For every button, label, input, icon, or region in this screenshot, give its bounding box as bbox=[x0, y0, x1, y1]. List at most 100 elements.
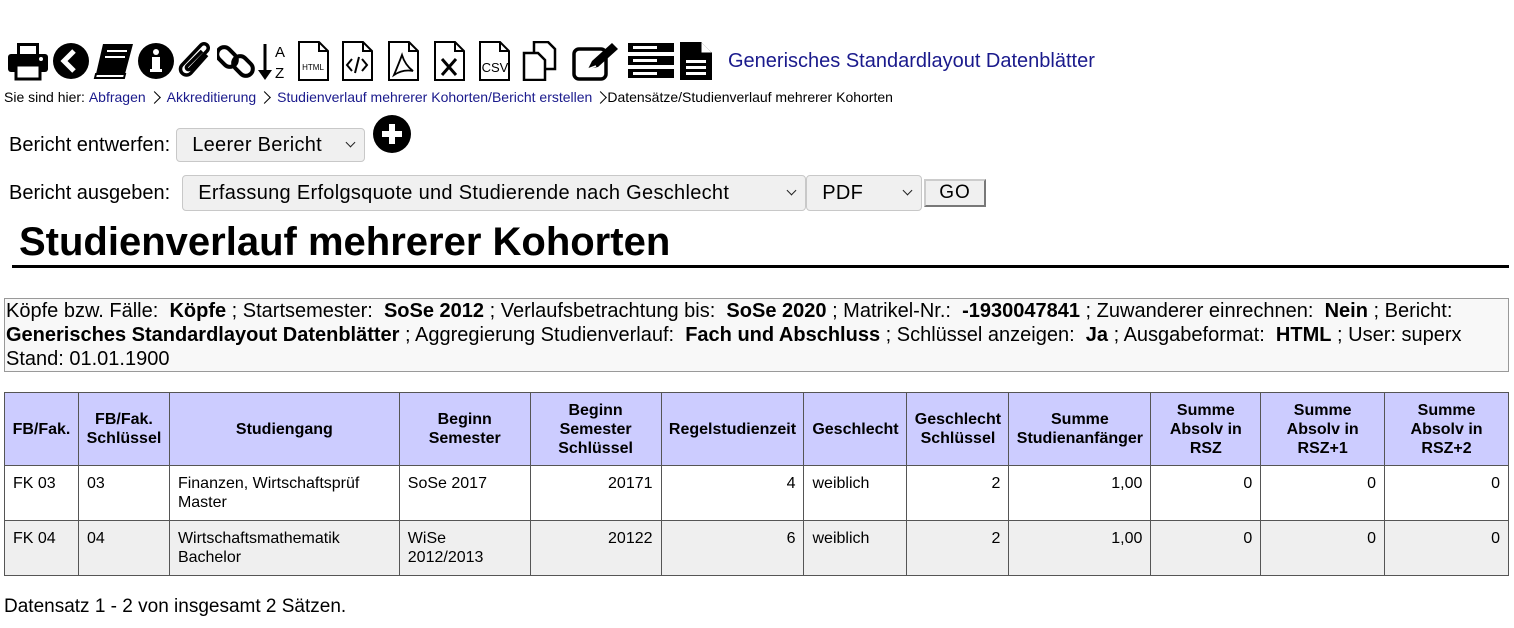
results-table: FB/Fak. FB/Fak. Schlüssel Studiengang Be… bbox=[4, 392, 1509, 576]
column-header[interactable]: Regelstudienzeit bbox=[660, 392, 805, 466]
book-icon[interactable] bbox=[92, 39, 136, 83]
chevron-down-icon bbox=[902, 185, 913, 195]
chevron-right-icon bbox=[147, 90, 161, 104]
breadcrumb-item-abfragen[interactable]: Abfragen bbox=[89, 89, 146, 105]
breadcrumb-current: Datensätze/Studienverlauf mehrerer Kohor… bbox=[607, 89, 893, 105]
table-row: FK 04 04 Wirtschaftsmathematik Bachelor … bbox=[4, 520, 1509, 576]
table-cell: 0 bbox=[1384, 520, 1509, 576]
report-output-row: Bericht ausgeben: Erfassung Erfolgsquote… bbox=[9, 175, 986, 211]
table-cell: 0 bbox=[1260, 465, 1386, 521]
column-header[interactable]: FB/Fak. bbox=[4, 392, 79, 466]
copy-icon[interactable] bbox=[516, 39, 568, 83]
param-value: Nein bbox=[1324, 300, 1368, 322]
toolbar: AZ HTML CSV Generisches Standardlayout D… bbox=[6, 38, 1095, 84]
table-cell: 2 bbox=[906, 520, 1010, 576]
page-title: Studienverlauf mehrerer Kohorten bbox=[12, 218, 1509, 268]
table-cell: 20122 bbox=[529, 520, 662, 576]
table-cell: SoSe 2017 bbox=[398, 465, 531, 521]
table-cell: 4 bbox=[660, 465, 805, 521]
param-label: ; Verlaufsbetrachtung bis: bbox=[489, 300, 716, 322]
table-cell: 2 bbox=[906, 465, 1010, 521]
table-cell: FK 03 bbox=[4, 465, 79, 521]
param-value: -1930047841 bbox=[962, 300, 1080, 322]
param-value: SoSe 2020 bbox=[726, 300, 827, 322]
table-cell: Finanzen, Wirtschaftsprüf Master bbox=[168, 465, 400, 521]
record-count: Datensatz 1 - 2 von insgesamt 2 Sätzen. bbox=[4, 596, 347, 617]
column-header[interactable]: Summe Absolv in RSZ+1 bbox=[1260, 392, 1386, 466]
breadcrumb-item-bericht-erstellen[interactable]: Studienverlauf mehrerer Kohorten/Bericht… bbox=[277, 89, 592, 105]
sort-z-label: Z bbox=[275, 65, 284, 82]
report-design-row: Bericht entwerfen: Leerer Bericht bbox=[9, 115, 412, 162]
edit-icon[interactable] bbox=[568, 39, 624, 83]
param-value: Fach und Abschluss bbox=[685, 324, 881, 346]
param-label: ; Schlüssel anzeigen: bbox=[885, 324, 1075, 346]
standard-layout-link[interactable]: Generisches Standardlayout Datenblätter bbox=[728, 50, 1095, 73]
param-value: Ja bbox=[1085, 324, 1109, 346]
table-cell: 03 bbox=[77, 465, 170, 521]
param-value: Generisches Standardlayout Datenblätter bbox=[6, 324, 400, 346]
report-output-select[interactable]: Erfassung Erfolgsquote und Studierende n… bbox=[182, 175, 807, 211]
breadcrumb-prefix: Sie sind hier: bbox=[4, 89, 85, 105]
column-header[interactable]: Geschlecht bbox=[803, 392, 908, 466]
table-cell: 0 bbox=[1384, 465, 1509, 521]
table-cell: Wirtschaftsmathematik Bachelor bbox=[168, 520, 400, 576]
table-cell: FK 04 bbox=[4, 520, 79, 576]
chevron-down-icon bbox=[345, 137, 356, 147]
go-button[interactable]: GO bbox=[924, 179, 986, 207]
chevron-right-icon bbox=[258, 90, 272, 104]
table-cell: WiSe 2012/2013 bbox=[398, 520, 531, 576]
table-cell: weiblich bbox=[803, 520, 908, 576]
table-cell: 0 bbox=[1260, 520, 1386, 576]
table-cell: weiblich bbox=[803, 465, 908, 521]
column-header[interactable]: Summe Absolv in RSZ+2 bbox=[1384, 392, 1509, 466]
table-header-row: FB/Fak. FB/Fak. Schlüssel Studiengang Be… bbox=[4, 392, 1509, 466]
param-label: ; Matrikel-Nr.: bbox=[832, 300, 951, 322]
table-cell: 0 bbox=[1150, 520, 1262, 576]
param-value: SoSe 2012 bbox=[383, 300, 485, 322]
back-icon[interactable] bbox=[50, 39, 92, 83]
param-label: ; Ausgabeformat: bbox=[1113, 324, 1265, 346]
column-header[interactable]: Studiengang bbox=[168, 392, 400, 466]
html-file-label: HTML bbox=[302, 63, 324, 72]
param-value: HTML bbox=[1275, 324, 1332, 346]
add-report-button[interactable] bbox=[373, 115, 412, 153]
report-output-label: Bericht ausgeben: bbox=[9, 181, 171, 204]
param-label: ; Aggregierung Studienverlauf: bbox=[405, 324, 675, 346]
column-header[interactable]: FB/Fak. Schlüssel bbox=[77, 392, 170, 466]
report-parameters: Köpfe bzw. Fälle: Köpfe ; Startsemester:… bbox=[4, 298, 1509, 372]
param-stand: Stand: 01.01.1900 bbox=[6, 348, 170, 370]
pdf-file-icon[interactable] bbox=[380, 39, 426, 83]
param-label: ; Zuwanderer einrechnen: bbox=[1085, 300, 1314, 322]
column-header[interactable]: Summe Studienanfänger bbox=[1008, 392, 1152, 466]
column-header[interactable]: Beginn Semester bbox=[398, 392, 531, 466]
column-header[interactable]: Summe Absolv in RSZ bbox=[1150, 392, 1262, 466]
table-cell: 04 bbox=[77, 520, 170, 576]
sort-a-label: A bbox=[275, 44, 285, 61]
param-label: ; User: superx bbox=[1337, 324, 1462, 346]
report-design-label: Bericht entwerfen: bbox=[9, 133, 171, 156]
list-icon[interactable] bbox=[624, 39, 678, 83]
code-file-icon[interactable] bbox=[334, 39, 380, 83]
output-format-select[interactable]: PDF bbox=[806, 175, 923, 211]
html-file-icon[interactable]: HTML bbox=[292, 39, 334, 83]
print-icon[interactable] bbox=[6, 39, 50, 83]
table-cell: 1,00 bbox=[1008, 520, 1152, 576]
table-cell: 6 bbox=[660, 520, 805, 576]
column-header[interactable]: Geschlecht Schlüssel bbox=[906, 392, 1010, 466]
paperclip-icon[interactable] bbox=[176, 39, 216, 83]
report-design-select[interactable]: Leerer Bericht bbox=[176, 128, 366, 162]
table-cell: 0 bbox=[1150, 465, 1262, 521]
chevron-down-icon bbox=[786, 185, 797, 195]
breadcrumb-item-akkreditierung[interactable]: Akkreditierung bbox=[167, 89, 257, 105]
document-icon[interactable] bbox=[678, 39, 714, 83]
column-header[interactable]: Beginn Semester Schlüssel bbox=[529, 392, 662, 466]
table-cell: 20171 bbox=[529, 465, 662, 521]
sort-az-icon[interactable]: AZ bbox=[256, 39, 292, 83]
table-row: FK 03 03 Finanzen, Wirtschaftsprüf Maste… bbox=[4, 465, 1509, 521]
info-icon[interactable] bbox=[136, 39, 176, 83]
excel-file-icon[interactable] bbox=[426, 39, 472, 83]
param-label: ; Startsemester: bbox=[231, 300, 373, 322]
csv-file-icon[interactable]: CSV bbox=[472, 39, 516, 83]
output-format-select-value: PDF bbox=[822, 181, 864, 204]
link-icon[interactable] bbox=[216, 39, 256, 83]
